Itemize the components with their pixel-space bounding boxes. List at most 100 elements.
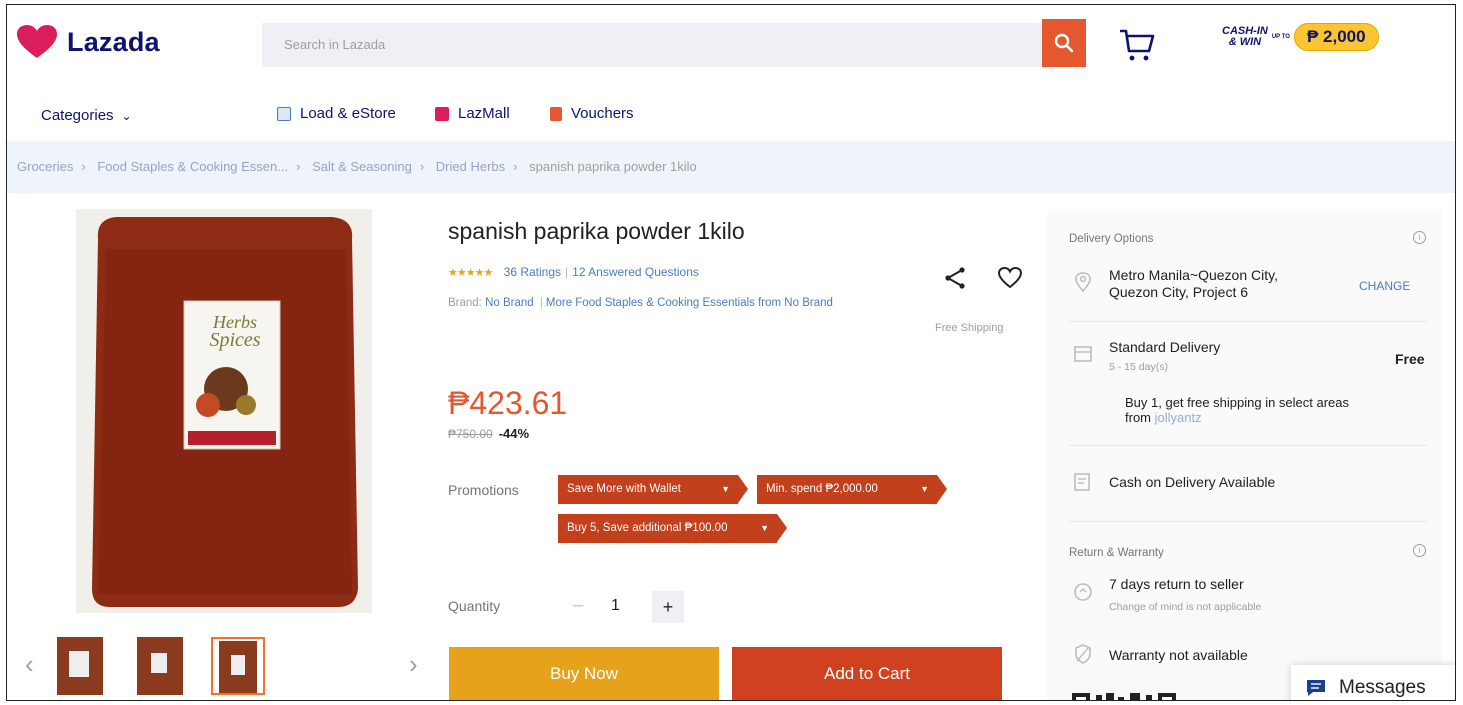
caret-down-icon: ▼: [721, 484, 730, 494]
return-policy-title: 7 days return to seller: [1109, 576, 1244, 592]
breadcrumb-item[interactable]: Food Staples & Cooking Essen...: [97, 159, 288, 174]
categories-label: Categories: [41, 107, 114, 124]
quantity-label: Quantity: [448, 598, 501, 614]
search-input[interactable]: Search in Lazada: [262, 23, 1044, 67]
delivery-options-heading: Delivery Options: [1069, 233, 1154, 245]
category-nav: Categories ⌄ Load & eStore LazMall Vouche…: [7, 97, 1455, 137]
delivery-panel: Delivery Options i Metro Manila~Quezon C…: [1047, 209, 1442, 700]
chevron-right-icon: ›: [513, 159, 518, 174]
lazada-logo[interactable]: Lazada: [17, 25, 160, 59]
location-pin-icon: [1075, 272, 1091, 293]
delivery-box-icon: [1074, 346, 1092, 362]
quantity-value[interactable]: 1: [611, 597, 620, 615]
add-to-cart-button[interactable]: Add to Cart: [732, 647, 1002, 700]
product-main-image[interactable]: Herbs Spices: [76, 209, 372, 613]
chevron-right-icon: ›: [296, 159, 301, 174]
share-icon[interactable]: [942, 265, 968, 291]
promo-tag-label: Min. spend ₱2,000.00: [766, 483, 878, 495]
thumbnail-image[interactable]: [57, 637, 103, 695]
delivery-location: Metro Manila~Quezon City, Quezon City, P…: [1109, 267, 1278, 301]
chevron-down-icon: ⌄: [121, 109, 132, 123]
paprika-bag-image: [76, 209, 372, 613]
caret-down-icon: ▼: [920, 484, 929, 494]
lazmall-icon: [435, 106, 449, 121]
standard-delivery-days: 5 - 15 day(s): [1109, 361, 1168, 373]
location-line-1: Metro Manila~Quezon City,: [1109, 267, 1278, 283]
answered-questions-link[interactable]: 12 Answered Questions: [572, 265, 699, 279]
cart-icon[interactable]: [1117, 27, 1157, 63]
thumbnail-image-selected[interactable]: [211, 637, 265, 695]
standard-delivery-price: Free: [1395, 351, 1425, 367]
categories-menu[interactable]: Categories ⌄: [41, 107, 132, 124]
promo-tag-label: Buy 5, Save additional ₱100.00: [567, 522, 728, 534]
brand-link[interactable]: No Brand: [485, 297, 534, 309]
original-price: ₱750.00: [448, 427, 493, 441]
heart-logo-icon: [17, 25, 57, 59]
return-warranty-heading: Return & Warranty: [1069, 547, 1164, 559]
breadcrumb-current: spanish paprika powder 1kilo: [529, 159, 697, 174]
promo-tag-min-spend[interactable]: Min. spend ₱2,000.00 ▼: [757, 475, 947, 504]
chevron-right-icon[interactable]: ›: [409, 649, 418, 680]
original-price-row: ₱750.00 -44%: [448, 426, 529, 441]
qr-code-icon: [1072, 693, 1176, 700]
change-location-link[interactable]: CHANGE: [1359, 279, 1410, 293]
ratings-link[interactable]: 36 Ratings: [504, 265, 561, 279]
logo-text: Lazada: [67, 26, 160, 57]
cash-on-delivery-text: Cash on Delivery Available: [1109, 474, 1276, 490]
cashin-subtitle: & WIN: [1228, 36, 1262, 48]
free-shipping-promo-line: Buy 1, get free shipping in select areas: [1125, 395, 1350, 410]
standard-delivery-title: Standard Delivery: [1109, 339, 1221, 355]
brand-row: Brand: No Brand | More Food Staples & Coo…: [448, 297, 833, 309]
thumbnail-image[interactable]: [137, 637, 183, 695]
seller-link[interactable]: jollyantz: [1155, 410, 1202, 425]
search-icon: [1054, 33, 1074, 53]
nav-item-label: Load & eStore: [300, 105, 396, 122]
breadcrumb-item[interactable]: Groceries: [17, 159, 73, 174]
page-frame: Lazada Search in Lazada CASH-IN & WIN UP…: [6, 4, 1456, 701]
info-icon[interactable]: i: [1413, 544, 1426, 557]
rating-row: ★★★★★ 36 Ratings | 12 Answered Questions: [448, 265, 699, 279]
location-line-2: Quezon City, Project 6: [1109, 284, 1249, 300]
breadcrumb-bar: Groceries › Food Staples & Cooking Essen.…: [7, 141, 1455, 193]
chevron-right-icon: ›: [419, 159, 425, 174]
messages-widget[interactable]: Messages: [1291, 665, 1455, 700]
chat-icon: [1307, 679, 1325, 696]
brand-label: Brand:: [448, 297, 482, 309]
promo-from: from: [1125, 410, 1151, 425]
messages-label: Messages: [1339, 676, 1426, 698]
free-shipping-promo: Buy 1, get free shipping in select areas…: [1125, 395, 1349, 425]
search-button[interactable]: [1042, 19, 1086, 67]
more-from-brand-link[interactable]: More Food Staples & Cooking Essentials f…: [546, 297, 833, 309]
cashin-amount: ₱ 2,000: [1293, 23, 1379, 51]
nav-load-estore[interactable]: Load & eStore: [277, 105, 396, 122]
top-bar: Lazada Search in Lazada CASH-IN & WIN UP…: [7, 5, 1455, 83]
promo-tag-buy5[interactable]: Buy 5, Save additional ₱100.00 ▼: [558, 514, 787, 543]
nav-lazmall[interactable]: LazMall: [435, 105, 510, 122]
chevron-left-icon[interactable]: ‹: [25, 649, 34, 680]
buy-now-button[interactable]: Buy Now: [449, 647, 719, 700]
breadcrumb: Groceries › Food Staples & Cooking Essen.…: [17, 159, 697, 174]
quantity-increase-button[interactable]: +: [652, 591, 684, 623]
quantity-decrease-button[interactable]: −: [563, 591, 593, 623]
free-shipping-label: Free Shipping: [935, 322, 1004, 334]
discount-badge: -44%: [498, 426, 530, 441]
info-icon[interactable]: i: [1413, 231, 1426, 244]
breadcrumb-item[interactable]: Salt & Seasoning: [312, 159, 412, 174]
shield-icon: [1075, 644, 1091, 664]
product-title: spanish paprika powder 1kilo: [448, 218, 745, 244]
nav-vouchers[interactable]: Vouchers: [550, 105, 634, 122]
voucher-icon: [550, 106, 562, 121]
wishlist-heart-icon[interactable]: [997, 265, 1023, 291]
star-rating: ★★★★★: [448, 267, 493, 279]
cash-on-delivery-icon: [1074, 473, 1090, 491]
nav-item-label: Vouchers: [571, 105, 634, 122]
breadcrumb-item[interactable]: Dried Herbs: [436, 159, 505, 174]
return-icon: [1074, 583, 1092, 601]
nav-item-label: LazMall: [458, 105, 510, 122]
thumbnail-strip: ‹ ›: [21, 637, 421, 697]
cash-in-win-banner[interactable]: CASH-IN & WIN UP TO ₱ 2,000: [1222, 23, 1379, 51]
promo-tag-label: Save More with Wallet: [567, 483, 681, 495]
return-policy-note: Change of mind is not applicable: [1109, 601, 1262, 613]
caret-down-icon: ▼: [760, 523, 769, 533]
promo-tag-wallet[interactable]: Save More with Wallet ▼: [558, 475, 748, 504]
